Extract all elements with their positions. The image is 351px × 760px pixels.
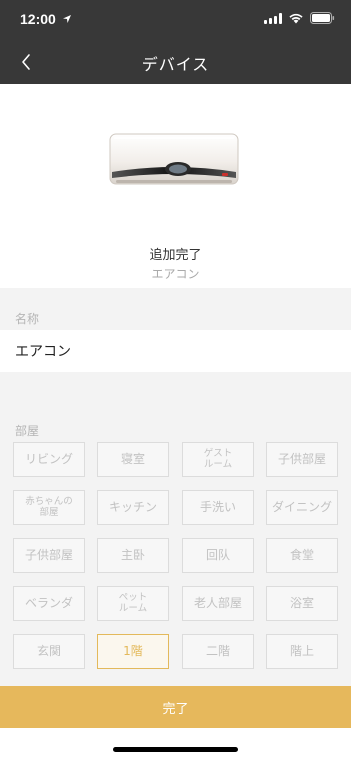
device-name-input[interactable] [0, 330, 351, 372]
add-status-text: 追加完了 [149, 248, 202, 263]
room-option[interactable]: 赤ちゃんの 部屋 [13, 490, 85, 525]
room-option[interactable]: 老人部屋 [182, 586, 254, 621]
navigation-bar: デバイス [0, 40, 351, 84]
room-option[interactable]: キッチン [97, 490, 169, 525]
name-label: 名称 [15, 312, 40, 326]
wifi-icon [289, 13, 303, 24]
location-arrow-icon [63, 15, 71, 23]
room-option[interactable]: 玄関 [13, 634, 85, 669]
room-option[interactable]: 手洗い [182, 490, 254, 525]
home-indicator-area [0, 728, 351, 760]
room-option[interactable]: 階上 [266, 634, 338, 669]
room-option[interactable]: ベランダ [13, 586, 85, 621]
room-option[interactable]: 子供部屋 [13, 538, 85, 573]
room-option[interactable]: 二階 [182, 634, 254, 669]
room-option[interactable]: 回队 [182, 538, 254, 573]
room-option[interactable]: 主卧 [97, 538, 169, 573]
status-bar: 12:00 [0, 0, 351, 40]
device-hero: 追加完了 エアコン [0, 84, 351, 288]
signal-icon [264, 12, 282, 24]
room-option[interactable]: 浴室 [266, 586, 338, 621]
status-icons [264, 12, 335, 24]
room-option[interactable]: ペット ルーム [97, 586, 169, 621]
room-option[interactable]: リビング [13, 442, 85, 477]
air-conditioner-image [109, 133, 239, 185]
room-label: 部屋 [15, 424, 40, 438]
room-option[interactable]: 食堂 [266, 538, 338, 573]
page-title: デバイス [141, 55, 210, 74]
room-option[interactable]: 子供部屋 [266, 442, 338, 477]
battery-icon [310, 12, 335, 24]
device-type-text: エアコン [151, 267, 200, 281]
room-option[interactable]: ゲスト ルーム [182, 442, 254, 477]
home-indicator[interactable] [113, 747, 238, 752]
room-option[interactable]: 寝室 [97, 442, 169, 477]
room-option[interactable]: ダイニング [266, 490, 338, 525]
room-option-selected[interactable]: 1階 [97, 634, 169, 669]
status-time: 12:00 [20, 11, 56, 27]
done-button[interactable]: 完了 [0, 686, 351, 728]
